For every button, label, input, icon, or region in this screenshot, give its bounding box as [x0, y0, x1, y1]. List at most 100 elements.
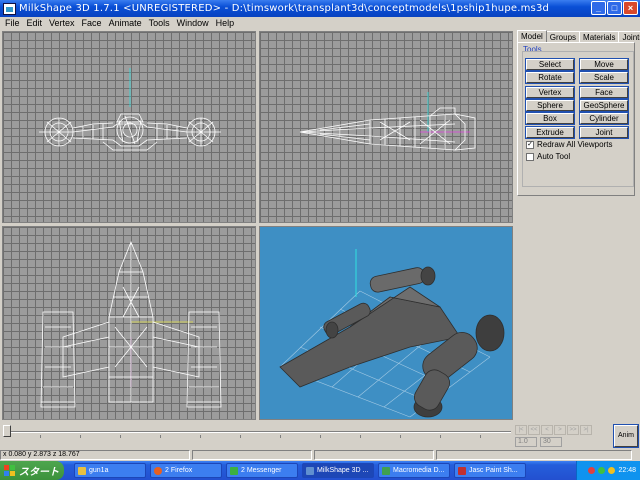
rotate-button[interactable]: Rotate: [525, 71, 575, 84]
menu-tools[interactable]: Tools: [147, 18, 175, 28]
redraw-all-viewports-option[interactable]: ✓ Redraw All Viewports: [526, 140, 612, 149]
tab-groups[interactable]: Groups: [545, 31, 581, 42]
front-view-wireframe: [39, 68, 221, 151]
status-pane-2: [192, 450, 312, 460]
task-gun1a[interactable]: gun1a: [74, 463, 146, 478]
timeline-tick: [280, 435, 281, 438]
timeline-tick: [120, 435, 121, 438]
sphere-button[interactable]: Sphere: [525, 99, 575, 112]
tab-model[interactable]: Model: [517, 30, 547, 42]
box-button[interactable]: Box: [525, 112, 575, 125]
timeline-tick: [320, 435, 321, 438]
face-button[interactable]: Face: [579, 86, 629, 99]
auto-tool-checkbox[interactable]: [526, 152, 534, 161]
status-bar: x 0.080 y 2.873 z 18.767: [0, 450, 640, 461]
timeline-tick: [480, 435, 481, 438]
window-controls: _ □ ×: [591, 1, 638, 15]
cylinder-button[interactable]: Cylinder: [579, 112, 629, 125]
timeline-tick: [200, 435, 201, 438]
coordinates-readout: x 0.080 y 2.873 z 18.767: [0, 450, 190, 460]
first-frame-button[interactable]: |<: [515, 425, 527, 435]
window-title: MilkShape 3D 1.7.1 <UNREGISTERED> - D:\t…: [19, 3, 550, 14]
rewind-button[interactable]: <<: [528, 425, 540, 435]
task-milkshape[interactable]: MilkShape 3D ...: [302, 463, 374, 478]
task-label: MilkShape 3D ...: [317, 467, 369, 474]
anim-button[interactable]: Anim: [613, 424, 639, 448]
end-frame-field[interactable]: 30: [540, 437, 562, 447]
tab-materials[interactable]: Materials: [579, 31, 620, 42]
vertex-button[interactable]: Vertex: [525, 86, 575, 99]
windows-logo-icon: [4, 465, 15, 476]
timeline-tick: [360, 435, 361, 438]
timeline-tick: [240, 435, 241, 438]
menu-vertex[interactable]: Vertex: [47, 18, 80, 28]
viewport-front[interactable]: [2, 31, 256, 223]
viewport-area: [0, 29, 515, 422]
menu-window[interactable]: Window: [175, 18, 214, 28]
task-jasc-paint-shop[interactable]: Jasc Paint Sh...: [454, 463, 526, 478]
minimize-button[interactable]: _: [591, 1, 606, 15]
viewport-top[interactable]: [2, 226, 256, 420]
3d-view-render: [279, 249, 505, 418]
geosphere-button[interactable]: GeoSphere: [579, 99, 629, 112]
paint-shop-icon: [458, 466, 466, 475]
folder-icon: [78, 466, 86, 475]
next-frame-button[interactable]: >: [554, 425, 566, 435]
top-view-wireframe: [40, 240, 222, 408]
maximize-button[interactable]: □: [607, 1, 622, 15]
milkshape-icon: [306, 466, 314, 475]
frame-navigation: |< << < > >> >|: [515, 425, 592, 435]
tools-group: Tools Select Move Rotate Scale Vertex Fa…: [517, 42, 635, 196]
timeline-tick: [80, 435, 81, 438]
frame-slider-track[interactable]: [4, 431, 511, 433]
joint-button[interactable]: Joint: [579, 126, 629, 139]
tab-joints[interactable]: Joints: [618, 31, 640, 42]
macromedia-icon: [382, 466, 390, 475]
frame-slider-thumb[interactable]: [3, 425, 11, 437]
menu-animate[interactable]: Animate: [107, 18, 147, 28]
tool-panel: Model Groups Materials Joints Tools Sele…: [515, 29, 640, 422]
windows-taskbar: スタート gun1a 2 Firefox 2 Messenger MilkSha…: [0, 461, 640, 480]
tray-volume-icon[interactable]: [608, 467, 616, 474]
redraw-label: Redraw All Viewports: [537, 140, 613, 149]
select-button[interactable]: Select: [525, 58, 575, 71]
viewport-side[interactable]: [259, 31, 513, 223]
task-label: 2 Firefox: [165, 467, 193, 474]
status-pane-3: [314, 450, 434, 460]
task-firefox[interactable]: 2 Firefox: [150, 463, 222, 478]
menu-help[interactable]: Help: [214, 18, 240, 28]
timeline-tick: [160, 435, 161, 438]
fast-forward-button[interactable]: >>: [567, 425, 579, 435]
task-label: 2 Messenger: [241, 467, 282, 474]
tray-network-icon[interactable]: [598, 467, 606, 474]
prev-frame-button[interactable]: <: [541, 425, 553, 435]
extrude-button[interactable]: Extrude: [525, 126, 575, 139]
viewport-3d[interactable]: [259, 226, 513, 420]
menu-face[interactable]: Face: [80, 18, 107, 28]
timeline-tick: [400, 435, 401, 438]
animation-timeline: |< << < > >> >| 1.0 30 Anim: [0, 422, 640, 450]
system-tray: 22:48: [576, 461, 640, 480]
last-frame-button[interactable]: >|: [580, 425, 592, 435]
messenger-icon: [230, 466, 238, 475]
start-button[interactable]: スタート: [0, 461, 64, 480]
menu-file[interactable]: File: [3, 18, 25, 28]
milkshape-app-icon[interactable]: [3, 2, 16, 15]
task-macromedia[interactable]: Macromedia D...: [378, 463, 450, 478]
menu-edit[interactable]: Edit: [25, 18, 48, 28]
auto-tool-option[interactable]: Auto Tool: [526, 152, 570, 161]
firefox-icon: [154, 466, 162, 475]
tray-app-icon[interactable]: [588, 467, 596, 474]
timeline-tick: [40, 435, 41, 438]
scale-button[interactable]: Scale: [579, 71, 629, 84]
close-button[interactable]: ×: [623, 1, 638, 15]
auto-tool-label: Auto Tool: [537, 152, 571, 161]
task-messenger[interactable]: 2 Messenger: [226, 463, 298, 478]
start-frame-field[interactable]: 1.0: [515, 437, 537, 447]
start-label: スタート: [19, 467, 59, 478]
move-button[interactable]: Move: [579, 58, 629, 71]
panel-tabs: Model Groups Materials Joints: [517, 30, 640, 42]
clock[interactable]: 22:48: [618, 467, 636, 474]
redraw-checkbox[interactable]: ✓: [526, 140, 534, 149]
timeline-tick: [440, 435, 441, 438]
